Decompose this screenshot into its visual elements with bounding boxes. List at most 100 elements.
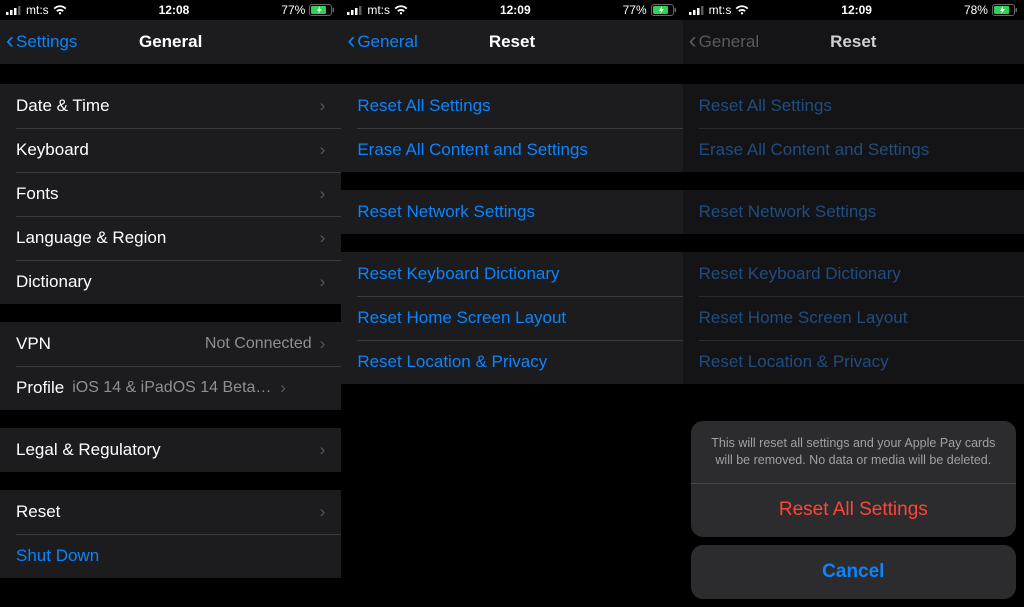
chevron-right-icon: ›	[320, 140, 326, 160]
battery-percent-label: 77%	[623, 3, 647, 17]
row-erase-all: Erase All Content and Settings	[683, 128, 1024, 172]
row-label: Reset Keyboard Dictionary	[699, 264, 1008, 284]
group-reset-main: Reset All Settings Erase All Content and…	[341, 84, 682, 172]
row-date-time[interactable]: Date & Time›	[0, 84, 341, 128]
row-label: Reset Keyboard Dictionary	[357, 264, 666, 284]
row-detail: Not Connected	[205, 335, 312, 353]
cancel-button[interactable]: Cancel	[691, 545, 1016, 599]
row-detail: iOS 14 & iPadOS 14 Beta Softwar...	[72, 379, 272, 397]
row-erase-all[interactable]: Erase All Content and Settings	[341, 128, 682, 172]
group-date-keyboard: Date & Time› Keyboard› Fonts› Language &…	[0, 84, 341, 304]
row-reset-home-layout: Reset Home Screen Layout	[683, 296, 1024, 340]
group-reset-main: Reset All Settings Erase All Content and…	[683, 84, 1024, 172]
status-bar: mt:s 12:09 77%	[341, 0, 682, 20]
carrier-label: mt:s	[367, 3, 390, 17]
phone-reset: mt:s 12:09 77% ‹ General Reset Reset All…	[341, 0, 682, 607]
row-label: Reset Network Settings	[357, 202, 666, 222]
nav-bar: ‹ Settings General	[0, 20, 341, 64]
row-reset-all-settings[interactable]: Reset All Settings	[341, 84, 682, 128]
cellular-signal-icon	[347, 5, 363, 15]
row-label: Reset	[16, 502, 320, 522]
back-button[interactable]: ‹ Settings	[6, 20, 77, 64]
row-label: Reset All Settings	[699, 96, 1008, 116]
chevron-right-icon: ›	[320, 184, 326, 204]
nav-bar: ‹ General Reset	[341, 20, 682, 64]
status-bar: mt:s 12:09 78%	[683, 0, 1024, 20]
chevron-right-icon: ›	[320, 96, 326, 116]
clock: 12:08	[159, 3, 190, 17]
cellular-signal-icon	[6, 5, 22, 15]
back-button: ‹ General	[689, 20, 759, 64]
row-label: Profile	[16, 378, 64, 398]
chevron-right-icon: ›	[320, 228, 326, 248]
row-language-region[interactable]: Language & Region›	[0, 216, 341, 260]
battery-charging-icon	[992, 4, 1018, 16]
row-label: Reset Home Screen Layout	[699, 308, 1008, 328]
action-sheet-message: This will reset all settings and your Ap…	[691, 421, 1016, 483]
wifi-icon	[53, 5, 67, 15]
row-shut-down[interactable]: Shut Down	[0, 534, 341, 578]
row-vpn[interactable]: VPNNot Connected›	[0, 322, 341, 366]
row-label: Date & Time	[16, 96, 320, 116]
row-label: Language & Region	[16, 228, 320, 248]
group-vpn-profile: VPNNot Connected› ProfileiOS 14 & iPadOS…	[0, 322, 341, 410]
row-reset-keyboard-dict: Reset Keyboard Dictionary	[683, 252, 1024, 296]
row-profile[interactable]: Profile iOS 14 & iPadOS 14 Beta Softwar..…	[0, 366, 341, 410]
row-keyboard[interactable]: Keyboard›	[0, 128, 341, 172]
chevron-left-icon: ‹	[6, 29, 14, 53]
row-label: VPN	[16, 334, 205, 354]
row-reset-all-settings: Reset All Settings	[683, 84, 1024, 128]
chevron-right-icon: ›	[320, 502, 326, 522]
battery-charging-icon	[651, 4, 677, 16]
back-button[interactable]: ‹ General	[347, 20, 417, 64]
page-title: Reset	[489, 32, 535, 52]
chevron-right-icon: ›	[280, 378, 286, 398]
row-label: Dictionary	[16, 272, 320, 292]
phone-reset-confirm: mt:s 12:09 78% ‹ General Reset Reset All…	[683, 0, 1024, 607]
battery-charging-icon	[309, 4, 335, 16]
row-reset-home-layout[interactable]: Reset Home Screen Layout	[341, 296, 682, 340]
group-reset-network: Reset Network Settings	[683, 190, 1024, 234]
carrier-label: mt:s	[709, 3, 732, 17]
action-sheet: This will reset all settings and your Ap…	[691, 421, 1016, 599]
cellular-signal-icon	[689, 5, 705, 15]
row-label: Fonts	[16, 184, 320, 204]
group-reset-network: Reset Network Settings	[341, 190, 682, 234]
row-label: Reset Network Settings	[699, 202, 1008, 222]
phone-general: mt:s 12:08 77% ‹ Settings General Date &…	[0, 0, 341, 607]
chevron-left-icon: ‹	[689, 29, 697, 53]
chevron-right-icon: ›	[320, 272, 326, 292]
page-title: Reset	[830, 32, 876, 52]
row-reset-network[interactable]: Reset Network Settings	[341, 190, 682, 234]
row-label: Reset Location & Privacy	[357, 352, 666, 372]
row-reset[interactable]: Reset›	[0, 490, 341, 534]
row-reset-location-privacy[interactable]: Reset Location & Privacy	[341, 340, 682, 384]
group-reset-shutdown: Reset› Shut Down	[0, 490, 341, 578]
back-label: General	[357, 32, 417, 52]
chevron-right-icon: ›	[320, 440, 326, 460]
nav-bar: ‹ General Reset	[683, 20, 1024, 64]
group-reset-misc: Reset Keyboard Dictionary Reset Home Scr…	[683, 252, 1024, 384]
row-reset-keyboard-dict[interactable]: Reset Keyboard Dictionary	[341, 252, 682, 296]
group-reset-misc: Reset Keyboard Dictionary Reset Home Scr…	[341, 252, 682, 384]
row-fonts[interactable]: Fonts›	[0, 172, 341, 216]
clock: 12:09	[841, 3, 872, 17]
wifi-icon	[735, 5, 749, 15]
back-label: General	[699, 32, 759, 52]
group-legal: Legal & Regulatory›	[0, 428, 341, 472]
chevron-left-icon: ‹	[347, 29, 355, 53]
action-sheet-panel: This will reset all settings and your Ap…	[691, 421, 1016, 537]
wifi-icon	[394, 5, 408, 15]
battery-percent-label: 77%	[281, 3, 305, 17]
row-label: Erase All Content and Settings	[699, 140, 1008, 160]
row-dictionary[interactable]: Dictionary›	[0, 260, 341, 304]
row-label: Keyboard	[16, 140, 320, 160]
row-reset-location-privacy: Reset Location & Privacy	[683, 340, 1024, 384]
row-label: Erase All Content and Settings	[357, 140, 666, 160]
carrier-label: mt:s	[26, 3, 49, 17]
back-label: Settings	[16, 32, 77, 52]
reset-all-settings-button[interactable]: Reset All Settings	[691, 483, 1016, 537]
row-legal-regulatory[interactable]: Legal & Regulatory›	[0, 428, 341, 472]
page-title: General	[139, 32, 202, 52]
row-label: Reset All Settings	[357, 96, 666, 116]
